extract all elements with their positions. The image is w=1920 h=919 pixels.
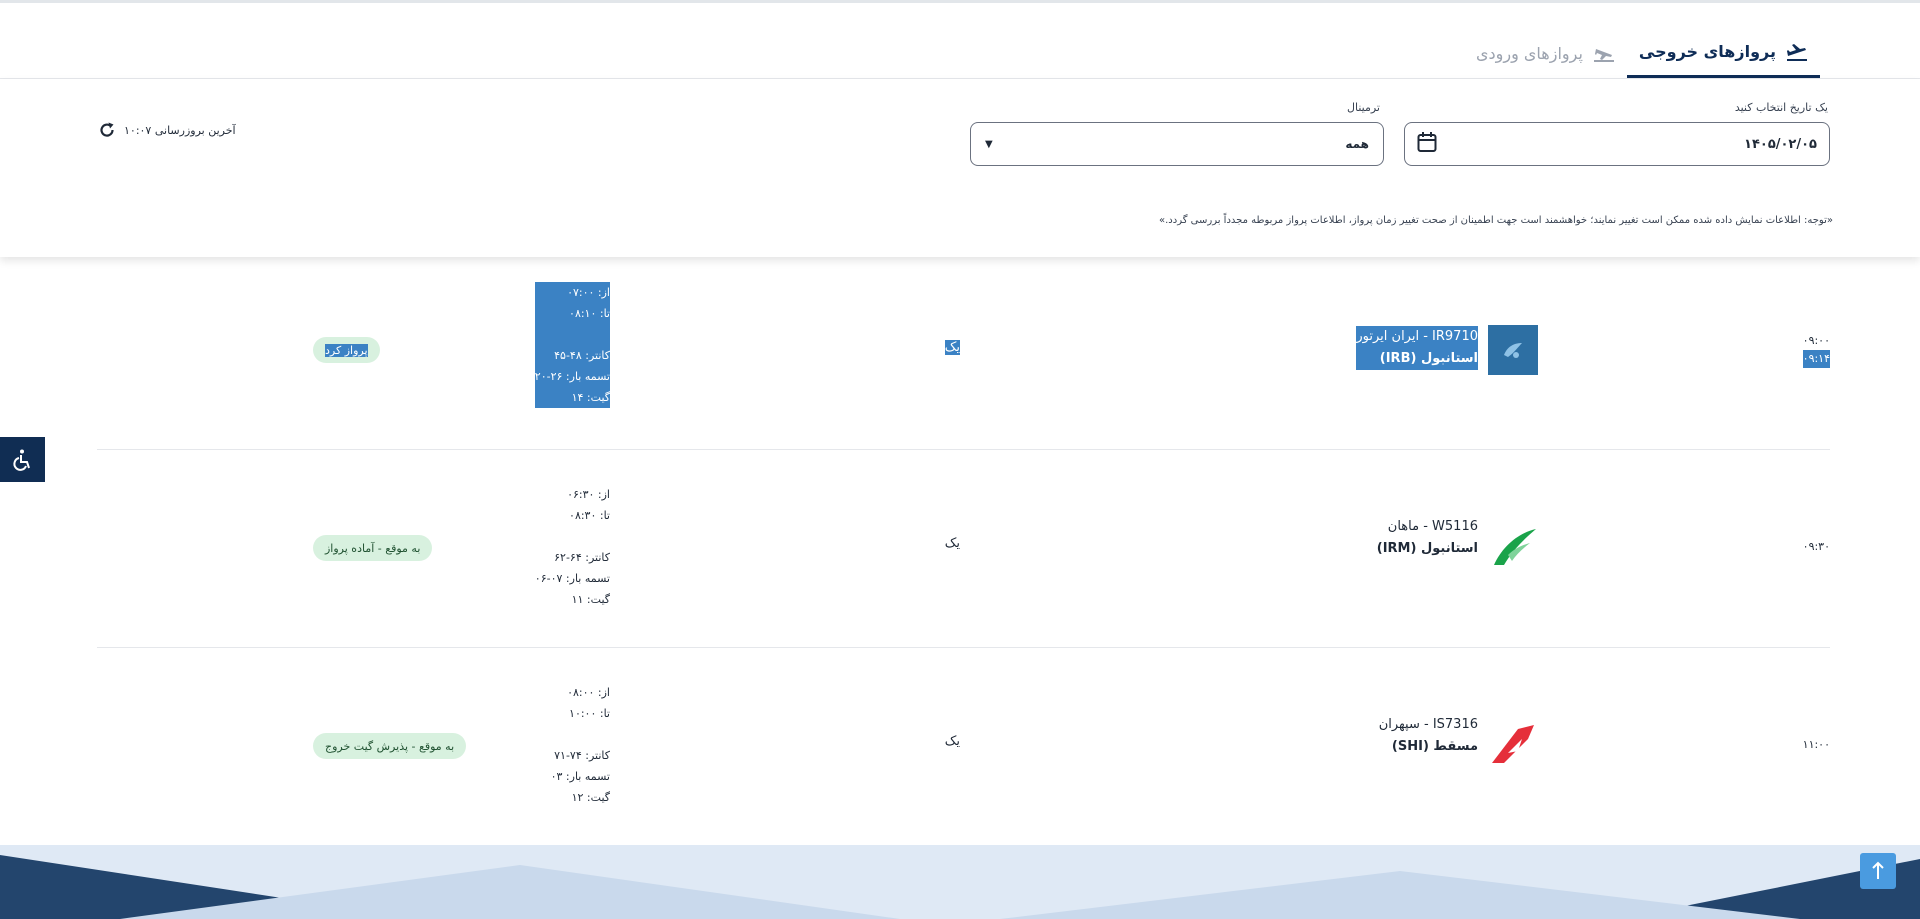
last-update: آخرین بروزرسانی ۱۰:۰۷ <box>98 121 236 139</box>
airline-info: IR9710 - ایران ایرتور استانبول (IRB) <box>1356 326 1478 370</box>
destination: مسقط (SHI) <box>1391 739 1478 754</box>
notice-text: «توجه: اطلاعات نمایش داده شده ممکن است ت… <box>1158 215 1833 226</box>
status-text: پرواز کرد <box>325 343 368 357</box>
airline-logo <box>1488 720 1538 770</box>
scroll-top-button[interactable] <box>1860 853 1896 889</box>
accessibility-button[interactable] <box>0 437 45 482</box>
gate: گیت: ۱۴ <box>571 391 610 404</box>
flights-list: ۰۹:۰۰ ۰۹:۱۴ IR9710 - ایران ایرتور استانب… <box>97 260 1830 846</box>
tab-departures[interactable]: پروازهای خروجی <box>1626 28 1820 78</box>
status-badge: به موقع - آماده پرواز <box>313 535 433 561</box>
arrow-up-icon <box>1872 861 1884 879</box>
date-picker[interactable]: ۱۴۰۵/۰۲/۰۵ <box>1404 122 1830 166</box>
calendar-icon[interactable] <box>1417 131 1437 157</box>
iran-airtour-logo-icon <box>1504 343 1522 358</box>
flight-number: W5116 - ماهان <box>1387 519 1478 534</box>
footer-decoration <box>0 845 1920 919</box>
footer-pattern-icon <box>0 855 1920 919</box>
flight-row[interactable]: ۰۹:۰۰ ۰۹:۱۴ IR9710 - ایران ایرتور استانب… <box>97 260 1830 450</box>
terminal-select[interactable]: همه ▼ <box>970 122 1384 166</box>
wheelchair-icon <box>12 449 30 471</box>
time-cell: ۱۱:۰۰ <box>1803 736 1830 754</box>
destination: استانبول (IRB) <box>1356 348 1478 370</box>
status-badge: پرواز کرد <box>313 337 380 363</box>
checkin-to: تا: ۰۸:۳۰ <box>569 509 610 522</box>
plane-arrival-icon <box>1593 42 1615 64</box>
date-value: ۱۴۰۵/۰۲/۰۵ <box>1744 136 1817 152</box>
date-label: یک تاریخ انتخاب کنید <box>1734 101 1828 114</box>
status-text: به موقع - آماده پرواز <box>325 541 421 555</box>
flight-details: از: ۰۶:۳۰ تا: ۰۸:۳۰ کانتر: ۶۴-۶۲ تسمه با… <box>535 484 610 610</box>
flight-row[interactable]: ۱۱:۰۰ IS7316 - سپهران مسقط (SHI) یک از: … <box>97 648 1830 846</box>
counter: کانتر: ۶۴-۶۲ <box>554 551 610 564</box>
status-text: به موقع - پذیرش گیت خروج <box>325 739 455 753</box>
flight-tabs: پروازهای خروجی پروازهای ورودی <box>1464 28 1820 78</box>
gate: گیت: ۱۲ <box>571 791 610 804</box>
tab-arrivals[interactable]: پروازهای ورودی <box>1464 28 1627 78</box>
refresh-icon[interactable] <box>98 121 116 139</box>
flight-details: از: ۰۷:۰۰ تا: ۰۸:۱۰ کانتر: ۴۸-۴۵ تسمه با… <box>534 282 610 408</box>
terminal-label: ترمینال <box>1346 101 1380 114</box>
time-planned: ۰۹:۳۰ <box>1802 540 1830 553</box>
counter: کانتر: ۴۸-۴۵ <box>554 349 610 362</box>
checkin-from: از: ۰۷:۰۰ <box>567 286 610 299</box>
checkin-to: تا: ۰۸:۱۰ <box>569 307 610 320</box>
counter: کانتر: ۷۴-۷۱ <box>554 749 610 762</box>
terminal: یک <box>944 340 960 355</box>
mahan-logo-icon <box>1494 529 1536 565</box>
flight-details: از: ۰۸:۰۰ تا: ۱۰:۰۰ کانتر: ۷۴-۷۱ تسمه با… <box>551 682 610 808</box>
chevron-down-icon: ▼ <box>985 138 993 150</box>
status-badge: به موقع - پذیرش گیت خروج <box>313 733 467 759</box>
checkin-from: از: ۰۶:۳۰ <box>567 488 610 501</box>
checkin-to: تا: ۱۰:۰۰ <box>569 707 610 720</box>
terminal: یک <box>944 734 960 749</box>
gate: گیت: ۱۱ <box>571 593 610 606</box>
filter-panel: یک تاریخ انتخاب کنید ۱۴۰۵/۰۲/۰۵ ترمینال … <box>0 79 1920 257</box>
checkin-from: از: ۰۸:۰۰ <box>567 686 610 699</box>
flight-row[interactable]: ۰۹:۳۰ W5116 - ماهان استانبول (IRM) یک از… <box>97 450 1830 648</box>
airline-info: IS7316 - سپهران مسقط (SHI) <box>1379 714 1478 758</box>
time-cell: ۰۹:۰۰ ۰۹:۱۴ <box>1802 332 1830 368</box>
terminal-value: همه <box>1345 137 1369 151</box>
sepehran-logo-icon <box>1492 725 1534 763</box>
last-update-text: آخرین بروزرسانی ۱۰:۰۷ <box>124 123 236 137</box>
airline-info: W5116 - ماهان استانبول (IRM) <box>1377 516 1478 560</box>
baggage-belt: تسمه بار: ۰۳ <box>550 770 610 783</box>
plane-departure-icon <box>1786 41 1808 63</box>
time-planned: ۱۱:۰۰ <box>1802 738 1830 751</box>
terminal: یک <box>944 536 960 551</box>
tab-arrivals-label: پروازهای ورودی <box>1475 43 1583 63</box>
time-planned: ۰۹:۰۰ <box>1802 334 1830 347</box>
top-border <box>0 0 1920 3</box>
destination: استانبول (IRM) <box>1376 541 1478 556</box>
flight-number: IS7316 - سپهران <box>1378 717 1478 732</box>
time-cell: ۰۹:۳۰ <box>1803 538 1830 556</box>
tab-departures-label: پروازهای خروجی <box>1638 42 1776 61</box>
baggage-belt: تسمه بار: ۲۶-۲۰ <box>534 370 610 383</box>
baggage-belt: تسمه بار: ۰۷-۰۶ <box>534 572 610 585</box>
airline-logo <box>1488 325 1538 375</box>
airline-logo <box>1488 522 1538 572</box>
flight-number: IR9710 - ایران ایرتور <box>1356 326 1478 348</box>
time-actual: ۰۹:۱۴ <box>1802 350 1830 368</box>
